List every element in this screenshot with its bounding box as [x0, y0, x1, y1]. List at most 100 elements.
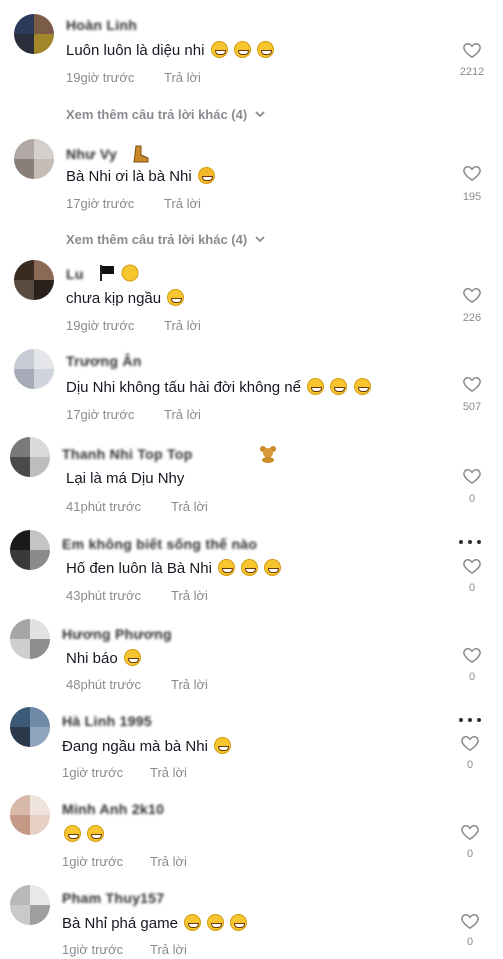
comment-username[interactable]: Hương Phương [62, 626, 172, 642]
grinning-emoji-icon [230, 914, 248, 931]
reply-button[interactable]: Trả lời [164, 318, 201, 333]
comment-username[interactable]: Thanh Nhi Top Top [62, 446, 193, 462]
flag-emoji-icon [100, 265, 114, 281]
comment-time: 1giờ trước [62, 765, 124, 780]
comment-time: 48phút trước [66, 677, 142, 692]
comment-text-content: Lại là má Dịu Nhy [66, 470, 185, 487]
grinning-emoji-icon [184, 914, 202, 931]
comment-text: Dịu Nhi không tấu hài đời không nể [66, 378, 371, 396]
like-count: 0 [466, 759, 474, 771]
view-more-replies-button[interactable]: Xem thêm câu trả lời khác (4) [66, 107, 265, 122]
reply-button[interactable]: Trả lời [150, 765, 187, 780]
rolling-laughing-emoji-icon [197, 167, 215, 184]
avatar[interactable] [14, 139, 54, 179]
comment-time: 17giờ trước [66, 196, 135, 211]
grinning-emoji-icon [167, 289, 185, 306]
comment-username[interactable]: Em không biết sống thế nào [62, 536, 257, 552]
grinning-emoji-icon [210, 41, 228, 58]
view-more-label: Xem thêm câu trả lời khác (4) [66, 107, 248, 122]
avatar[interactable] [10, 619, 50, 659]
avatar[interactable] [10, 795, 50, 835]
grinning-emoji-icon [264, 559, 282, 576]
avatar[interactable] [14, 349, 54, 389]
like-count: 0 [468, 671, 476, 683]
comment-time: 43phút trước [66, 588, 142, 603]
grinning-emoji-icon [256, 41, 274, 58]
comment-time: 19giờ trước [66, 70, 135, 85]
comment-username[interactable]: Lu [66, 266, 84, 282]
comment-username[interactable]: Minh Anh 2k10 [62, 801, 164, 817]
like-heart-icon[interactable] [462, 556, 482, 576]
reply-button[interactable]: Trả lời [164, 70, 201, 85]
comment-text-content: chưa kịp ngầu [66, 290, 162, 307]
like-count: 507 [462, 401, 482, 413]
comment-text-content: Bà Nhỉ phá game [62, 915, 178, 932]
comment-text: Bà Nhỉ phá game [62, 914, 248, 932]
grinning-emoji-icon [207, 914, 225, 931]
like-heart-icon[interactable] [462, 163, 482, 183]
comment-text-content: Nhi báo [66, 650, 118, 667]
view-more-replies-button[interactable]: Xem thêm câu trả lời khác (4) [66, 232, 265, 247]
comment-text: chưa kịp ngầu [66, 289, 185, 307]
grinning-emoji-icon [214, 737, 232, 754]
grinning-emoji-icon [241, 559, 259, 576]
reply-button[interactable]: Trả lời [171, 588, 208, 603]
comment-text: Nhi báo [66, 649, 141, 667]
comment-text: Hố đen luôn là Bà Nhi [66, 559, 282, 577]
grinning-emoji-icon [87, 825, 105, 842]
like-count: 2212 [459, 66, 485, 78]
avatar[interactable] [10, 885, 50, 925]
chevron-down-icon [255, 236, 265, 243]
grinning-emoji-icon [307, 378, 325, 395]
comment-time: 17giờ trước [66, 407, 135, 422]
avatar[interactable] [10, 437, 50, 477]
comment-time: 19giờ trước [66, 318, 135, 333]
comment-text: Bà Nhi ơi là bà Nhi [66, 167, 215, 185]
comment-username[interactable]: Pham Thuy157 [62, 890, 164, 906]
like-heart-icon[interactable] [460, 911, 480, 931]
reply-button[interactable]: Trả lời [164, 196, 201, 211]
comment-time: 1giờ trước [62, 854, 124, 869]
like-heart-icon[interactable] [462, 466, 482, 486]
comment-username[interactable]: Như Vy [66, 146, 117, 162]
like-heart-icon[interactable] [462, 40, 482, 60]
like-count: 0 [468, 582, 476, 594]
avatar[interactable] [14, 260, 54, 300]
comment-text-content: Hố đen luôn là Bà Nhi [66, 560, 212, 577]
avatar[interactable] [10, 707, 50, 747]
reply-button[interactable]: Trả lời [164, 407, 201, 422]
grinning-emoji-icon [218, 559, 236, 576]
avatar[interactable] [14, 14, 54, 54]
more-options-button[interactable] [459, 540, 481, 546]
like-count: 195 [462, 191, 482, 203]
reply-button[interactable]: Trả lời [150, 942, 187, 957]
avatar[interactable] [10, 530, 50, 570]
like-heart-icon[interactable] [462, 374, 482, 394]
like-heart-icon[interactable] [460, 733, 480, 753]
face-emoji-icon [121, 264, 139, 282]
like-count: 0 [468, 493, 476, 505]
comment-time: 1giờ trước [62, 942, 124, 957]
teddy-bear-emoji-icon [260, 446, 276, 463]
comment-username[interactable]: Hoàn Linh [66, 17, 137, 33]
reply-button[interactable]: Trả lời [150, 854, 187, 869]
boot-emoji-icon [133, 145, 149, 163]
comment-text-content: Dịu Nhi không tấu hài đời không nể [66, 379, 301, 396]
chevron-down-icon [255, 111, 265, 118]
like-count: 0 [466, 848, 474, 860]
comment-username[interactable]: Trương Ân [66, 353, 142, 369]
comment-text: Luôn luôn là diệu nhi [66, 41, 274, 59]
grinning-emoji-icon [123, 649, 141, 666]
like-heart-icon[interactable] [462, 645, 482, 665]
like-heart-icon[interactable] [460, 822, 480, 842]
comment-username[interactable]: Hà Linh 1995 [62, 713, 152, 729]
comment-text-content: Đang ngầu mà bà Nhi [62, 738, 208, 755]
grinning-emoji-icon [330, 378, 348, 395]
comment-text-content: Bà Nhi ơi là bà Nhi [66, 168, 192, 185]
more-options-button[interactable] [459, 718, 481, 724]
reply-button[interactable]: Trả lời [171, 677, 208, 692]
grinning-emoji-icon [64, 825, 81, 842]
grinning-emoji-icon [233, 41, 251, 58]
reply-button[interactable]: Trả lời [171, 499, 208, 514]
like-heart-icon[interactable] [462, 285, 482, 305]
